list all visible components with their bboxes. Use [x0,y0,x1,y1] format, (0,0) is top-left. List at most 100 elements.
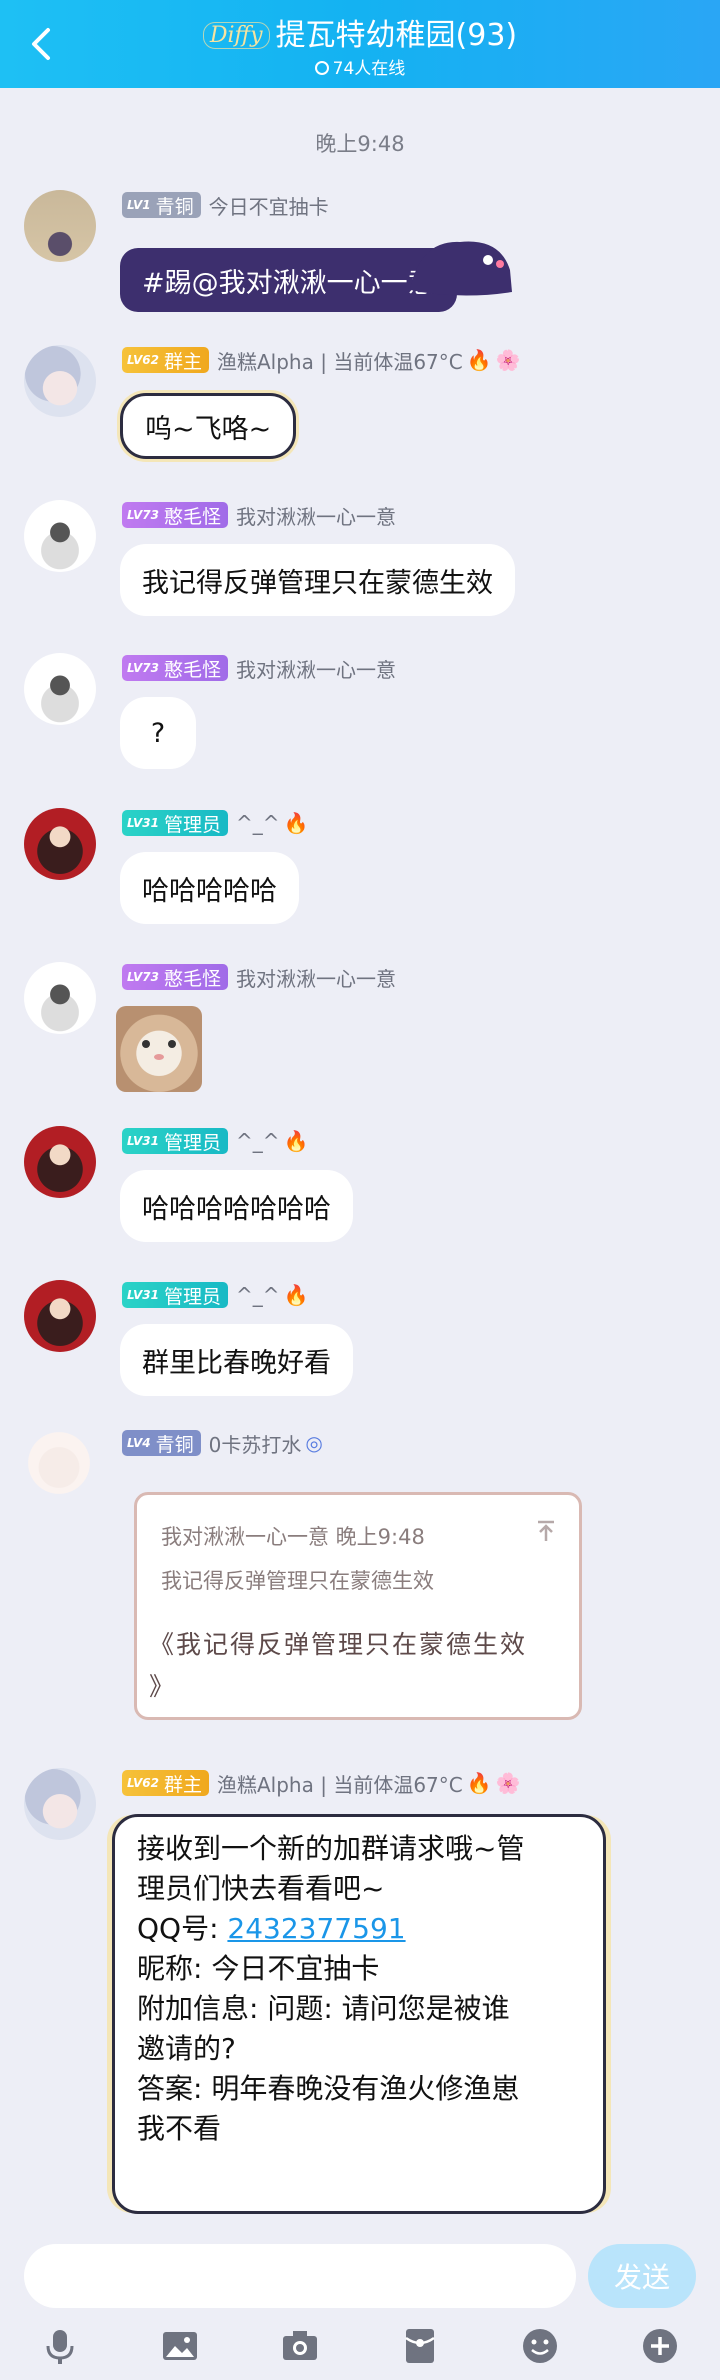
sender-name: 我对湫湫一心一意 [236,504,396,529]
cat-bubble-decoration-icon [410,241,512,296]
sender-meta: LV31 管理员 ^_^ 🔥 [122,808,308,838]
fire-icon: 🔥 [283,1283,309,1307]
online-icon [314,61,329,75]
avatar[interactable] [24,1768,96,1840]
sender-name: 我对湫湫一心一意 [236,657,396,682]
message-text: 群里比春晚好看 [142,1347,331,1379]
plus-icon [643,2329,677,2363]
swirl-icon: ◎ [305,1431,323,1455]
notice-line: 昵称: 今日不宜抽卡 [137,1952,380,1985]
sender-name: 0卡苏打水 [208,1432,302,1457]
notice-line: 我不看 [137,2112,222,2145]
sender-meta: LV31 管理员 ^_^ 🔥 [122,1280,308,1310]
image-icon [163,2332,197,2360]
level-badge: LV62 群主 [122,1770,209,1796]
online-count-text: 74人在线 [332,59,406,79]
avatar[interactable] [14,1418,104,1508]
fire-icon: 🔥 [283,1129,309,1153]
sender-meta: LV73 憨毛怪 我对湫湫一心一意 [122,653,396,683]
group-logo-icon: Diffy [202,22,270,49]
quote-header: 我对湫湫一心一意 晚上9:48 [161,1525,425,1549]
sender-meta: LV31 管理员 ^_^ 🔥 [122,1126,308,1156]
qq-number-link[interactable]: 2432377591 [227,1912,405,1945]
level-badge: LV62 群主 [122,347,209,373]
input-bar: 发送 [0,2228,720,2380]
send-button[interactable]: 发送 [588,2244,696,2308]
jump-to-quote-icon[interactable] [535,1519,557,1543]
sender-meta: LV4 青铜 0卡苏打水 ◎ [122,1428,323,1458]
message-text: #踢@我对湫湫一心一意 [142,267,435,299]
sender-meta: LV73 憨毛怪 我对湫湫一心一意 [122,500,396,530]
quote-text: 我记得反弹管理只在蒙德生效 [161,1569,434,1593]
smiley-icon: 🌸 [495,1771,521,1795]
fire-icon: 🔥 [466,348,492,372]
notice-line: 理员们快去看看吧~ [137,1872,385,1905]
notice-line: 接收到一个新的加群请求哦~管 [137,1832,525,1865]
smiley-icon: 🌸 [495,348,521,372]
message-bubble[interactable]: 群里比春晚好看 [120,1324,353,1396]
level-badge: LV73 憨毛怪 [122,502,228,528]
sender-meta: LV1 青铜 今日不宜抽卡 [122,190,329,220]
cat-image[interactable] [116,1006,202,1092]
emoji-icon [523,2329,557,2363]
group-title: 提瓦特幼稚园(93) [275,18,518,53]
more-button[interactable] [638,2324,682,2368]
sender-name: ^_^ [236,811,280,835]
avatar[interactable] [24,345,96,417]
microphone-icon [46,2330,74,2364]
sender-name: ^_^ [236,1129,280,1153]
level-badge: LV73 憨毛怪 [122,655,228,681]
group-title-area[interactable]: Diffy 提瓦特幼稚园(93) [0,10,720,54]
red-packet-button[interactable] [398,2324,442,2368]
level-badge: LV73 憨毛怪 [122,964,228,990]
camera-button[interactable] [278,2324,322,2368]
emoji-button[interactable] [518,2324,562,2368]
message-text: 哈哈哈哈哈哈哈 [142,1193,331,1225]
level-badge: LV31 管理员 [122,810,228,836]
message-bubble[interactable]: 哈哈哈哈哈 [120,852,299,924]
message-bubble[interactable]: 我对湫湫一心一意 晚上9:48 我记得反弹管理只在蒙德生效 《我记得反弹管理只在… [134,1492,582,1720]
message-bubble[interactable]: 呜~飞咯~ [120,393,297,459]
sender-name: ^_^ [236,1283,280,1307]
notice-line: 答案: 明年春晚没有渔火修渔崽 [137,2072,520,2105]
camera-icon [283,2331,317,2360]
avatar[interactable] [24,1280,96,1352]
notice-line: 邀请的? [137,2032,236,2065]
image-button[interactable] [158,2324,202,2368]
message-bubble[interactable]: 接收到一个新的加群请求哦~管 理员们快去看看吧~ QQ号: 2432377591… [112,1814,606,2214]
fire-icon: 🔥 [283,811,309,835]
message-bubble[interactable]: ? [120,697,196,769]
level-badge: LV1 青铜 [122,192,201,218]
red-packet-icon [405,2329,435,2363]
level-badge: LV31 管理员 [122,1128,228,1154]
level-badge: LV31 管理员 [122,1282,228,1308]
message-text: 我记得反弹管理只在蒙德生效 [142,567,493,599]
level-badge: LV4 青铜 [122,1430,201,1456]
avatar[interactable] [24,962,96,1034]
message-bubble[interactable]: 我记得反弹管理只在蒙德生效 [120,544,515,616]
sender-name: 渔糕Alpha | 当前体温67°C [217,349,463,374]
message-bubble[interactable]: 哈哈哈哈哈哈哈 [120,1170,353,1242]
avatar[interactable] [24,190,96,262]
sender-meta: LV62 群主 渔糕Alpha | 当前体温67°C 🔥 🌸 [122,1768,521,1798]
voice-button[interactable] [38,2324,82,2368]
timestamp: 晚上9:48 [315,132,405,156]
avatar[interactable] [24,808,96,880]
message-text: 哈哈哈哈哈 [142,875,277,907]
avatar[interactable] [24,653,96,725]
avatar[interactable] [24,500,96,572]
notice-line: QQ号: 2432377591 [137,1912,406,1945]
online-count: 74人在线 [0,54,720,79]
sender-meta: LV73 憨毛怪 我对湫湫一心一意 [122,962,396,992]
message-text: 《我记得反弹管理只在蒙德生效 [149,1630,528,1659]
sender-name: 渔糕Alpha | 当前体温67°C [217,1772,463,1797]
fire-icon: 🔥 [466,1771,492,1795]
message-text: 呜~飞咯~ [145,413,272,445]
message-input[interactable] [24,2244,576,2308]
notice-line: 附加信息: 问题: 请问您是被谁 [137,1992,510,2025]
message-text: ? [150,717,166,749]
message-text-cont: 》 [149,1672,175,1701]
sender-meta: LV62 群主 渔糕Alpha | 当前体温67°C 🔥 🌸 [122,345,521,375]
chat-header: Diffy 提瓦特幼稚园(93) 74人在线 [0,0,720,88]
avatar[interactable] [24,1126,96,1198]
